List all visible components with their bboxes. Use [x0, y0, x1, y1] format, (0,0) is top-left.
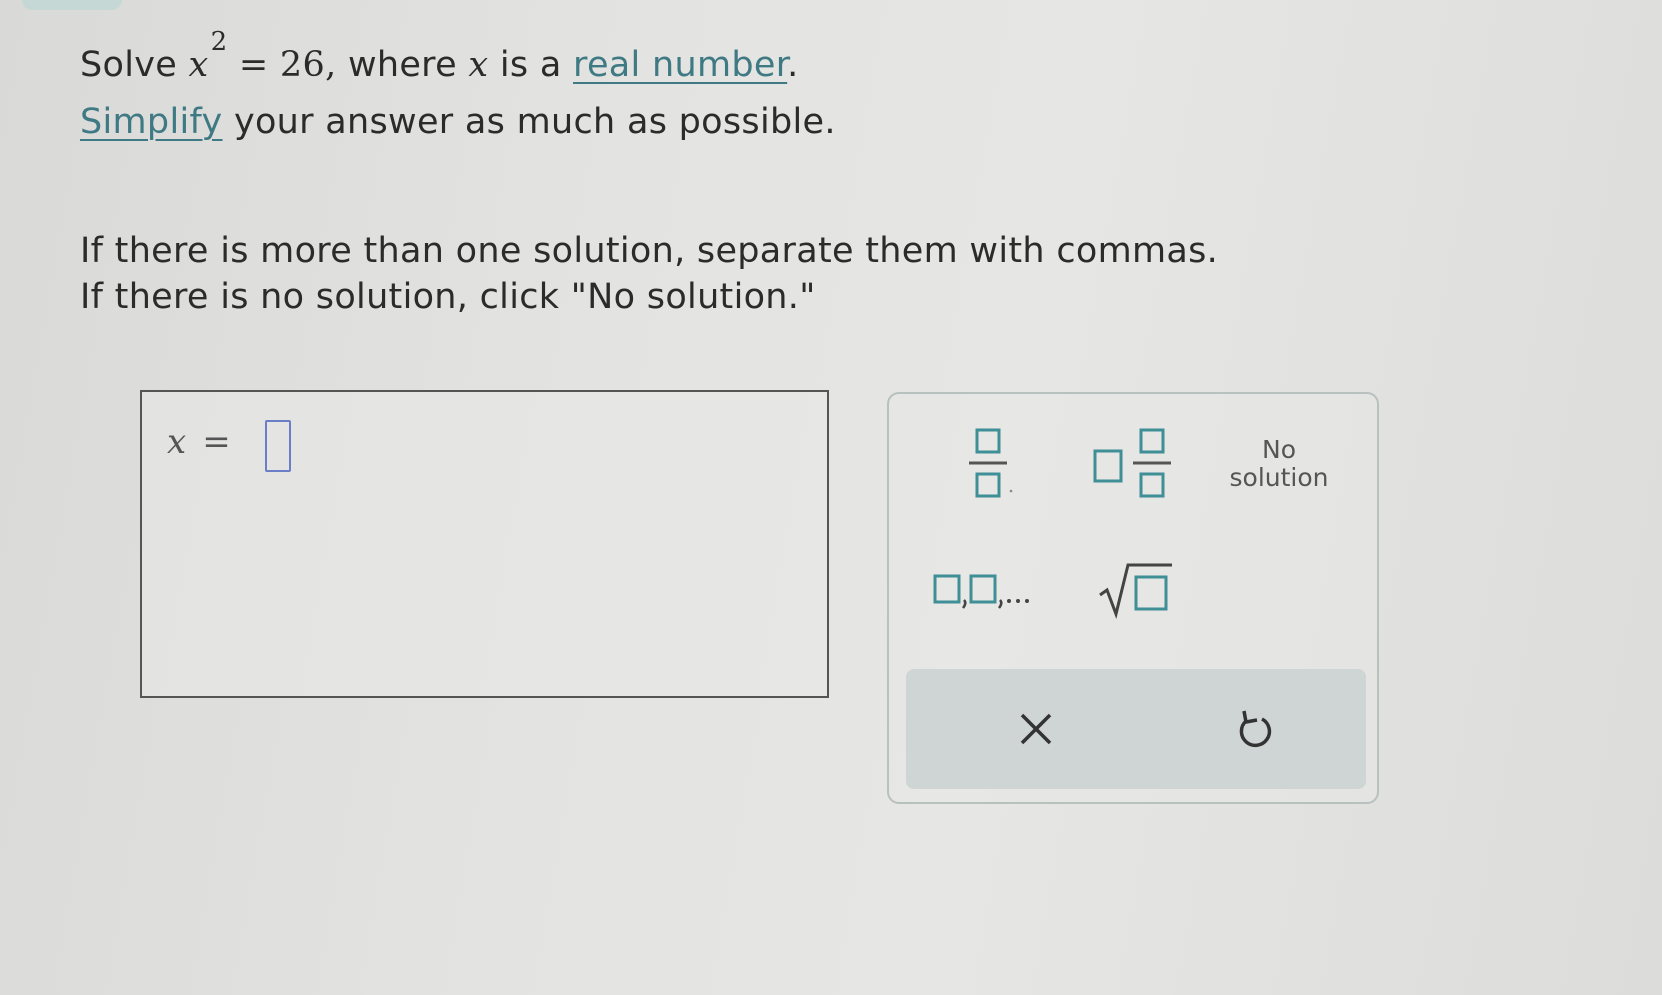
comma-list-button[interactable]	[924, 554, 1044, 624]
keypad-action-bar	[906, 669, 1366, 789]
clear-button[interactable]	[976, 689, 1096, 769]
simplify-rest-text: your answer as much as possible.	[222, 102, 836, 142]
no-solution-label-2: solution	[1229, 463, 1329, 492]
solve-word: Solve	[80, 45, 178, 85]
undo-button[interactable]	[1196, 689, 1316, 769]
question-line-1: Solve x2 = 26, where x is a real number.	[80, 27, 836, 95]
question-line-2: Simplify your answer as much as possible…	[80, 95, 836, 149]
fraction-icon	[969, 428, 1013, 498]
period: .	[787, 45, 799, 85]
undo-icon	[1239, 710, 1272, 748]
no-solution-button[interactable]: No solution	[1219, 424, 1339, 504]
math-keypad: No solution	[887, 392, 1379, 804]
fraction-button[interactable]	[949, 424, 1029, 504]
answer-variable: x	[167, 422, 187, 462]
variable-x-2: x	[468, 45, 489, 85]
instruction-line-2: If there is no solution, click "No solut…	[80, 277, 816, 317]
comma-list-icon	[933, 574, 1029, 609]
answer-equation: x =	[167, 422, 249, 462]
real-number-link[interactable]: real number	[573, 45, 787, 85]
is-a-text: is a	[499, 45, 562, 85]
x-clear-icon	[1020, 713, 1052, 745]
mixed-number-button[interactable]	[1084, 424, 1184, 504]
variable-x: x	[188, 45, 209, 85]
square-root-button[interactable]	[1084, 554, 1184, 624]
instruction-line-1: If there is more than one solution, sepa…	[80, 231, 1219, 271]
top-tab-decoration	[22, 0, 122, 10]
where-text: where	[347, 45, 457, 85]
question-prompt: Solve x2 = 26, where x is a real number.…	[80, 27, 836, 149]
equation-rhs: = 26,	[238, 45, 337, 85]
answer-equals: =	[202, 422, 231, 462]
exponent: 2	[210, 27, 228, 57]
answer-area[interactable]: x =	[140, 390, 829, 698]
mixed-number-icon	[1093, 428, 1171, 498]
simplify-link[interactable]: Simplify	[80, 102, 223, 142]
answer-input[interactable]	[265, 420, 291, 472]
no-solution-label-1: No	[1262, 435, 1296, 464]
instructions: If there is more than one solution, sepa…	[80, 228, 1218, 320]
square-root-icon	[1099, 563, 1172, 619]
